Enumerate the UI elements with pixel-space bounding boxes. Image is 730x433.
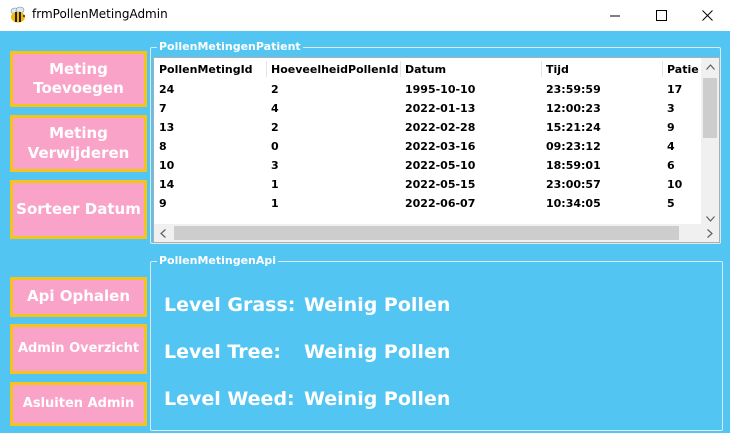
minimize-icon [609, 15, 620, 17]
cell-pollenmetingid: 13 [159, 121, 175, 134]
cell-patient: 6 [667, 159, 675, 172]
cell-datum: 2022-01-13 [405, 102, 476, 115]
table-row[interactable]: 7 4 2022-01-13 12:00:23 3 [154, 99, 700, 118]
close-icon [701, 10, 713, 21]
cell-tijd: 23:00:57 [546, 178, 601, 191]
minimize-button[interactable] [592, 0, 638, 31]
level-tree-value: Weinig Pollen [304, 341, 451, 363]
meting-verwijderen-button[interactable]: Meting Verwijderen [10, 115, 147, 172]
close-button[interactable] [684, 0, 730, 31]
cell-patient: 10 [667, 178, 683, 191]
table-row[interactable]: 24 2 1995-10-10 23:59:59 17 [154, 80, 700, 99]
maximize-button[interactable] [638, 0, 684, 31]
cell-hoeveelheid: 3 [271, 159, 279, 172]
cell-pollenmetingid: 14 [159, 178, 175, 191]
cell-datum: 2022-05-15 [405, 178, 476, 191]
column-header[interactable]: Patie [662, 58, 700, 80]
cell-tijd: 09:23:12 [546, 140, 601, 153]
bee-icon [9, 6, 27, 24]
table-row[interactable]: 8 0 2022-03-16 09:23:12 4 [154, 137, 700, 156]
cell-patient: 4 [667, 140, 675, 153]
table-row[interactable]: 13 2 2022-02-28 15:21:24 9 [154, 118, 700, 137]
vertical-scrollbar[interactable] [701, 58, 719, 228]
cell-datum: 2022-03-16 [405, 140, 476, 153]
cell-pollenmetingid: 9 [159, 197, 167, 208]
cell-pollenmetingid: 8 [159, 140, 167, 153]
cell-hoeveelheid: 1 [271, 178, 279, 191]
scroll-left-icon[interactable] [154, 224, 172, 242]
cell-datum: 2022-05-10 [405, 159, 476, 172]
meting-toevoegen-button[interactable]: Meting Toevoegen [10, 51, 147, 107]
cell-hoeveelheid: 2 [271, 121, 279, 134]
cell-patient: 5 [667, 197, 675, 208]
cell-datum: 1995-10-10 [405, 83, 476, 96]
level-grass-label: Level Grass: [164, 294, 296, 316]
table-row[interactable]: 10 3 2022-05-10 18:59:01 6 [154, 156, 700, 175]
level-tree-label: Level Tree: [164, 341, 282, 363]
asluiten-admin-button[interactable]: Asluiten Admin [10, 382, 147, 426]
group-legend: PollenMetingenPatient [157, 40, 303, 54]
title-bar: frmPollenMetingAdmin [0, 0, 730, 31]
api-ophalen-button[interactable]: Api Ophalen [10, 277, 147, 317]
cell-hoeveelheid: 0 [271, 140, 279, 153]
maximize-icon [655, 10, 667, 21]
level-weed-label: Level Weed: [164, 388, 295, 410]
column-header[interactable]: HoeveelheidPollenId [266, 58, 400, 80]
cell-tijd: 23:59:59 [546, 83, 601, 96]
pollen-metingen-grid[interactable]: PollenMetingId HoeveelheidPollenId Datum… [153, 57, 720, 243]
grid-header: PollenMetingId HoeveelheidPollenId Datum… [154, 58, 700, 80]
column-header[interactable]: Datum [400, 58, 541, 80]
cell-datum: 2022-06-07 [405, 197, 476, 208]
column-header[interactable]: PollenMetingId [154, 58, 266, 80]
cell-patient: 9 [667, 121, 675, 134]
cell-pollenmetingid: 10 [159, 159, 175, 172]
cell-hoeveelheid: 1 [271, 197, 279, 208]
scroll-up-icon[interactable] [701, 58, 719, 76]
cell-datum: 2022-02-28 [405, 121, 476, 134]
level-weed-value: Weinig Pollen [304, 388, 451, 410]
cell-tijd: 12:00:23 [546, 102, 601, 115]
cell-patient: 3 [667, 102, 675, 115]
horizontal-scrollbar[interactable] [154, 224, 719, 242]
horizontal-scroll-thumb[interactable] [174, 226, 679, 240]
cell-tijd: 18:59:01 [546, 159, 601, 172]
cell-pollenmetingid: 7 [159, 102, 167, 115]
group-legend: PollenMetingenApi [157, 254, 279, 268]
cell-tijd: 10:34:05 [546, 197, 601, 208]
form-body: Meting Toevoegen Meting Verwijderen Sort… [0, 31, 730, 433]
admin-overzicht-button[interactable]: Admin Overzicht [10, 324, 147, 374]
table-row[interactable]: 9 1 2022-06-07 10:34:05 5 [154, 194, 700, 208]
level-grass-value: Weinig Pollen [304, 294, 451, 316]
cell-patient: 17 [667, 83, 683, 96]
table-row[interactable]: 14 1 2022-05-15 23:00:57 10 [154, 175, 700, 194]
cell-hoeveelheid: 4 [271, 102, 279, 115]
scroll-right-icon[interactable] [701, 224, 719, 242]
vertical-scroll-thumb[interactable] [703, 78, 717, 138]
cell-pollenmetingid: 24 [159, 83, 175, 96]
sorteer-datum-button[interactable]: Sorteer Datum [10, 180, 147, 239]
window-title: frmPollenMetingAdmin [32, 7, 168, 21]
cell-tijd: 15:21:24 [546, 121, 601, 134]
pollen-metingen-patient-group: PollenMetingenPatient PollenMetingId Hoe… [150, 40, 721, 244]
column-header[interactable]: Tijd [541, 58, 662, 80]
cell-hoeveelheid: 2 [271, 83, 279, 96]
